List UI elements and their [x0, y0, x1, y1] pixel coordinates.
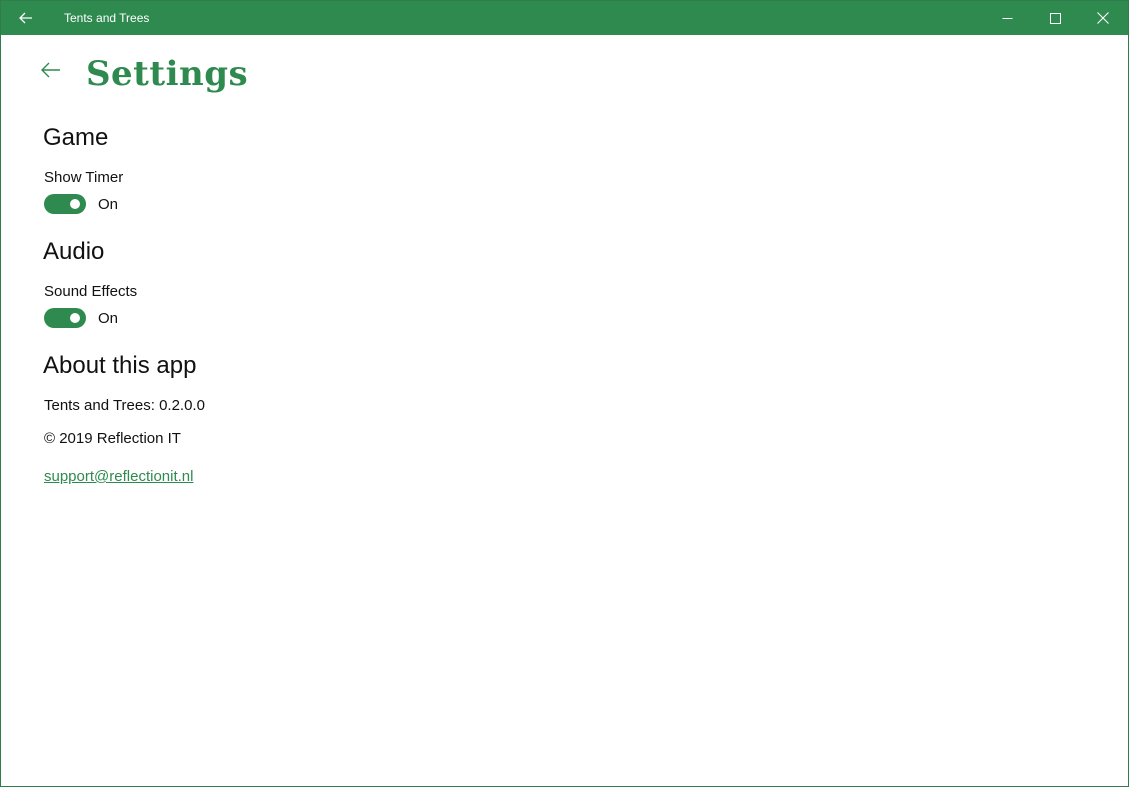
close-icon	[1097, 12, 1109, 24]
app-window: Tents and Trees Settings Game Show Timer…	[0, 0, 1129, 787]
toggle-knob	[70, 199, 80, 209]
show-timer-toggle[interactable]	[44, 194, 86, 214]
arrow-left-icon	[19, 12, 32, 24]
copyright-text: © 2019 Reflection IT	[44, 430, 181, 447]
app-version: Tents and Trees: 0.2.0.0	[44, 397, 205, 414]
close-button[interactable]	[1080, 1, 1126, 35]
window-title: Tents and Trees	[64, 11, 150, 25]
minimize-button[interactable]	[984, 1, 1030, 35]
sound-effects-label: Sound Effects	[44, 283, 138, 300]
support-email-link[interactable]: support@reflectionit.nl	[44, 467, 193, 487]
sound-effects-toggle[interactable]	[44, 308, 86, 328]
titlebar-back-button[interactable]	[1, 1, 51, 35]
minimize-icon	[1002, 17, 1012, 19]
page-title: Settings	[86, 54, 249, 94]
show-timer-label: Show Timer	[44, 169, 124, 186]
section-header-audio: Audio	[43, 238, 105, 265]
section-header-game: Game	[43, 124, 109, 151]
page-back-button[interactable]	[37, 56, 65, 84]
section-header-about: About this app	[43, 352, 197, 379]
arrow-left-icon	[41, 62, 60, 78]
sound-effects-state: On	[98, 310, 119, 327]
title-bar: Tents and Trees	[1, 1, 1128, 35]
maximize-icon	[1049, 12, 1061, 24]
maximize-button[interactable]	[1032, 1, 1078, 35]
show-timer-state: On	[98, 196, 119, 213]
toggle-knob	[70, 313, 80, 323]
